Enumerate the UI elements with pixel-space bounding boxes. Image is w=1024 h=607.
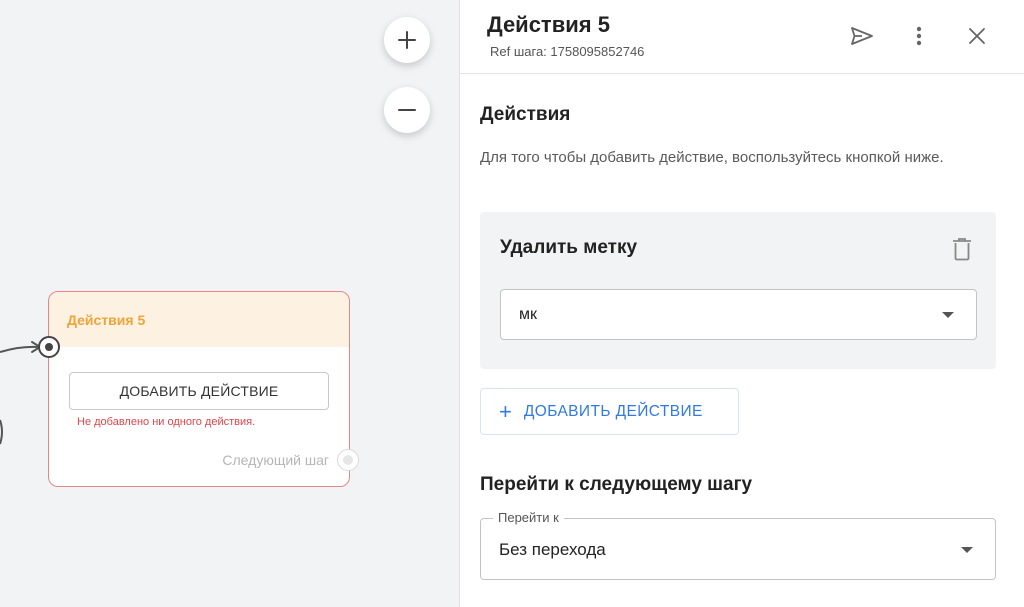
- output-port[interactable]: [337, 449, 359, 471]
- port-dot: [343, 455, 353, 465]
- add-action-button[interactable]: + ДОБАВИТЬ ДЕЙСТВИЕ: [480, 388, 739, 435]
- action-card: Удалить метку мк: [480, 212, 996, 369]
- step-node[interactable]: Действия 5 ДОБАВИТЬ ДЕЙСТВИЕ Не добавлен…: [38, 291, 359, 487]
- node-error-text: Не добавлено ни одного действия.: [77, 416, 256, 428]
- plus-icon: [398, 31, 416, 49]
- step-settings-panel: Действия 5 Ref шага: 1758095852746 Дейст…: [459, 0, 1024, 607]
- node-add-action-button[interactable]: ДОБАВИТЬ ДЕЙСТВИЕ: [69, 372, 329, 410]
- trash-icon: [953, 238, 971, 261]
- step-ref: Ref шага: 1758095852746: [490, 44, 645, 59]
- actions-hint: Для того чтобы добавить действие, воспол…: [480, 149, 944, 166]
- send-button[interactable]: [848, 22, 876, 50]
- next-step-section-title: Перейти к следующему шагу: [480, 474, 753, 495]
- minus-icon: [398, 109, 416, 111]
- actions-section-title: Действия: [480, 104, 571, 125]
- goto-select-value: Без перехода: [499, 540, 606, 559]
- input-port[interactable]: [38, 336, 60, 358]
- panel-body: Действия Для того чтобы добавить действи…: [460, 74, 1024, 607]
- caret-down-icon: [942, 312, 954, 318]
- goto-select-label: Перейти к: [493, 510, 564, 525]
- node-title: Действия 5: [67, 311, 146, 328]
- close-button[interactable]: [963, 22, 991, 50]
- delete-action-button[interactable]: [952, 237, 972, 261]
- action-name: Удалить метку: [500, 237, 638, 258]
- more-button[interactable]: [905, 22, 933, 50]
- caret-down-icon: [961, 547, 973, 553]
- goto-select[interactable]: Перейти к Без перехода: [480, 510, 996, 580]
- node-header: Действия 5: [49, 292, 349, 347]
- tag-select-value: мк: [519, 305, 537, 323]
- plus-icon: +: [499, 398, 512, 424]
- tag-select[interactable]: мк: [500, 289, 977, 340]
- zoom-out-button[interactable]: [384, 87, 430, 133]
- port-dot: [45, 343, 53, 351]
- panel-header: Действия 5 Ref шага: 1758095852746: [460, 0, 1024, 74]
- edge-fragment: [0, 419, 3, 445]
- send-icon: [851, 27, 873, 45]
- panel-title: Действия 5: [487, 12, 610, 37]
- close-icon: [969, 28, 985, 44]
- node-next-step-label: Следующий шаг: [222, 452, 329, 468]
- zoom-in-button[interactable]: [384, 17, 430, 63]
- add-action-label: ДОБАВИТЬ ДЕЙСТВИЕ: [523, 402, 703, 420]
- more-vertical-icon: [916, 26, 922, 46]
- flow-canvas[interactable]: Действия 5 ДОБАВИТЬ ДЕЙСТВИЕ Не добавлен…: [0, 0, 459, 607]
